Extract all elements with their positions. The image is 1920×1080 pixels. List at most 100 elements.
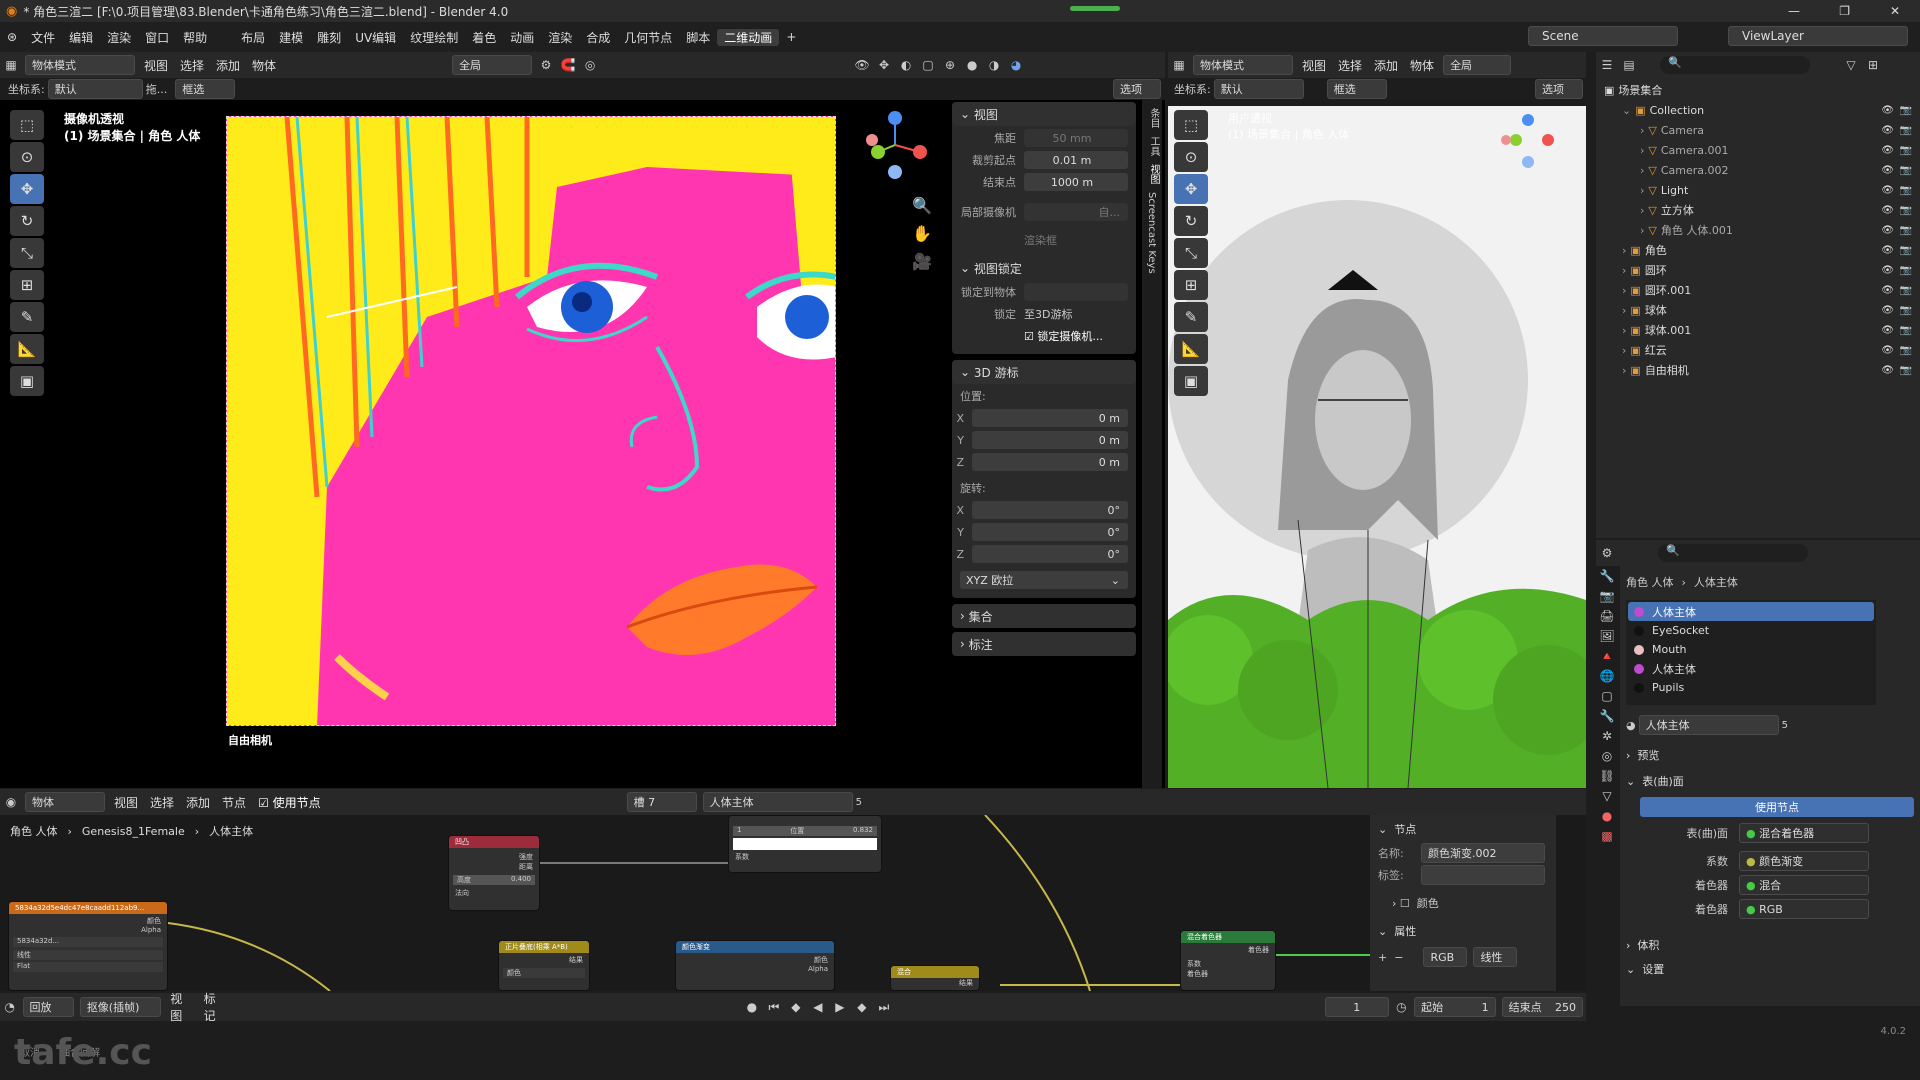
view-panel-header[interactable]: ⌄ 视图 [952, 102, 1136, 126]
visibility-eye-icon[interactable]: 👁 [1881, 325, 1894, 336]
mix-shader-node[interactable]: 混合着色器 着色器 系数 着色器 [1180, 930, 1276, 991]
outliner-row[interactable]: ⌄ ▣ Collection 👁 📷 [1596, 100, 1920, 120]
rotate-tool-icon-2[interactable]: ↻ [1174, 206, 1208, 236]
expand-arrow-icon[interactable]: ⌄ [1622, 104, 1631, 117]
cursor-z-field[interactable]: 0 m [972, 453, 1128, 471]
slot-dropdown[interactable]: 槽 7 [626, 792, 697, 812]
render-camera-icon[interactable]: 📷 [1900, 265, 1912, 276]
expand-arrow-icon[interactable]: › [1640, 164, 1644, 177]
shading-solid-icon[interactable]: ● [961, 55, 983, 75]
tool-tab-icon[interactable]: 🔧 [1596, 566, 1618, 586]
render-tab-icon[interactable]: 📷 [1596, 586, 1618, 606]
multiply-node[interactable]: 正片叠底(相乘 A*B) 结果 颜色 [498, 940, 590, 991]
node-color-toggle[interactable]: › ☐ 颜色 [1378, 893, 1548, 913]
playback-dropdown[interactable]: 回放 [22, 997, 74, 1017]
coord-dropdown[interactable]: 默认 [47, 79, 143, 99]
shader-type-dropdown[interactable]: 物体 [25, 792, 105, 812]
outliner-search[interactable]: 🔍 [1660, 56, 1810, 74]
tab-view[interactable]: 视图 [1146, 164, 1161, 184]
expand-arrow-icon[interactable]: › [1622, 284, 1626, 297]
rotate-tool-icon[interactable]: ↻ [10, 206, 44, 236]
node-menu-node[interactable]: 节点 [216, 794, 252, 811]
menu-window[interactable]: 窗口 [138, 29, 176, 46]
tab-tool[interactable]: 工具 [1146, 136, 1161, 156]
annotation-panel-header[interactable]: › 标注 [952, 632, 1136, 656]
minimize-button[interactable]: — [1788, 4, 1800, 18]
modifier-tab-icon[interactable]: 🔧 [1596, 706, 1618, 726]
move-tool-icon-2[interactable]: ✥ [1174, 174, 1208, 204]
timeline-editor-icon[interactable]: ◔ [0, 997, 20, 1017]
node-material-field[interactable]: 人体主体 [702, 792, 853, 812]
tab-shading[interactable]: 着色 [465, 29, 503, 46]
pivot-icon[interactable]: ⚙ [535, 55, 557, 75]
tab-animation[interactable]: 动画 [503, 29, 541, 46]
expand-arrow-icon[interactable]: › [1622, 344, 1626, 357]
new-collection-icon[interactable]: ⊞ [1862, 55, 1884, 75]
visibility-eye-icon[interactable]: 👁 [1881, 185, 1894, 196]
render-region-checkbox[interactable]: 渲染框 [1024, 232, 1057, 248]
snap-icon[interactable]: 🧲 [557, 55, 579, 75]
viewport1-canvas[interactable]: ⬚ ⊙ ✥ ↻ ⤡ ⊞ ✎ 📐 ▣ 摄像机透视 (1) 场景集合 | 角色 人体 [0, 100, 1165, 788]
menu-edit[interactable]: 编辑 [62, 29, 100, 46]
expand-arrow-icon[interactable]: › [1640, 144, 1644, 157]
node-menu-add[interactable]: 添加 [180, 794, 216, 811]
visibility-eye-icon[interactable]: 👁 [1881, 265, 1894, 276]
remove-stop-icon[interactable]: − [1394, 951, 1403, 964]
use-nodes-button[interactable]: 使用节点 [1640, 797, 1914, 817]
select-tool-icon[interactable]: ⬚ [10, 110, 44, 140]
transform-orientation[interactable]: 全局 [452, 55, 533, 75]
expand-arrow-icon[interactable]: › [1622, 324, 1626, 337]
prev-keyframe-icon[interactable]: ◆ [785, 997, 807, 1017]
outliner-row[interactable]: › ▣ 球体 👁 📷 [1596, 300, 1920, 320]
play-icon[interactable]: ▶ [829, 997, 851, 1017]
render-camera-icon[interactable]: 📷 [1900, 365, 1912, 376]
cursor-tool-icon-2[interactable]: ⊙ [1174, 142, 1208, 172]
material-slot[interactable]: Pupils [1628, 678, 1874, 697]
expand-arrow-icon[interactable]: › [1640, 184, 1644, 197]
scene-collection-row[interactable]: ▣ 场景集合 [1596, 80, 1920, 100]
node-name-field[interactable]: 颜色渐变.002 [1421, 843, 1545, 863]
editor-type-icon[interactable]: ▦ [0, 55, 22, 75]
scene-selector[interactable]: Scene [1528, 26, 1678, 46]
outliner-row[interactable]: › ▣ 球体.001 👁 📷 [1596, 320, 1920, 340]
visibility-eye-icon[interactable]: 👁 [1881, 145, 1894, 156]
add-cube-tool-icon-2[interactable]: ▣ [1174, 366, 1208, 396]
visibility-eye-icon[interactable]: 👁 [1881, 305, 1894, 316]
material-name-field[interactable]: 人体主体 [1638, 715, 1779, 735]
maximize-button[interactable]: ❐ [1839, 4, 1850, 18]
record-icon[interactable]: ● [741, 997, 763, 1017]
outliner-row[interactable]: › ▣ 圆环 👁 📷 [1596, 260, 1920, 280]
collection-panel-header[interactable]: › 集合 [952, 604, 1136, 628]
visibility-eye-icon[interactable]: 👁 [1881, 365, 1894, 376]
tab-item[interactable]: 条目 [1146, 108, 1161, 128]
viewport2-canvas[interactable]: ⬚ ⊙ ✥ ↻ ⤡ ⊞ ✎ 📐 ▣ 用户透视 (1) 场景集合 | 角色 人体 [1168, 100, 1586, 788]
color-ramp-node[interactable]: 颜色渐变 颜色 Alpha [675, 940, 835, 991]
surface-section[interactable]: ⌄ 表(曲)面 [1626, 771, 1914, 791]
select-mode-dropdown-2[interactable]: 框选 [1326, 79, 1387, 99]
physics-tab-icon[interactable]: ◎ [1596, 746, 1618, 766]
options-dropdown[interactable]: 选项 [1113, 79, 1161, 99]
use-nodes-toggle[interactable]: ☑ 使用节点 [252, 794, 327, 811]
bump-node[interactable]: 凹凸 强度 距离 高度 0.400 法向 [448, 835, 540, 911]
node-editor-type-icon[interactable]: ◉ [0, 792, 22, 812]
shader1-field[interactable]: ● 混合 [1739, 875, 1869, 895]
jump-end-icon[interactable]: ⏭ [873, 997, 895, 1017]
clip-end-field[interactable]: 1000 m [1024, 173, 1128, 191]
navigation-gizmo-2[interactable] [1498, 110, 1558, 170]
measure-tool-icon[interactable]: 📐 [10, 334, 44, 364]
view-layer-selector[interactable]: ViewLayer [1728, 26, 1908, 46]
filter-icon[interactable]: ▽ [1840, 55, 1862, 75]
zoom-icon[interactable]: 🔍 [912, 196, 932, 215]
visibility-eye-icon[interactable]: 👁 [1881, 125, 1894, 136]
color-mode-dropdown[interactable]: RGB [1423, 947, 1468, 967]
select-mode-dropdown[interactable]: 框选 [175, 79, 236, 99]
visibility-eye-icon[interactable]: 👁 [1881, 225, 1894, 236]
tab-rendering[interactable]: 渲染 [541, 29, 579, 46]
clip-start-field[interactable]: 0.01 m [1024, 151, 1128, 169]
cursor-y-field[interactable]: 0 m [972, 431, 1128, 449]
node-properties-header[interactable]: ⌄ 属性 [1378, 921, 1548, 941]
render-camera-icon[interactable]: 📷 [1900, 345, 1912, 356]
fac-input-field[interactable]: ● 颜色渐变 [1739, 851, 1869, 871]
texture-tab-icon[interactable]: ▩ [1596, 826, 1618, 846]
lock-3d-cursor-checkbox[interactable]: 至3D游标 [1024, 306, 1072, 322]
